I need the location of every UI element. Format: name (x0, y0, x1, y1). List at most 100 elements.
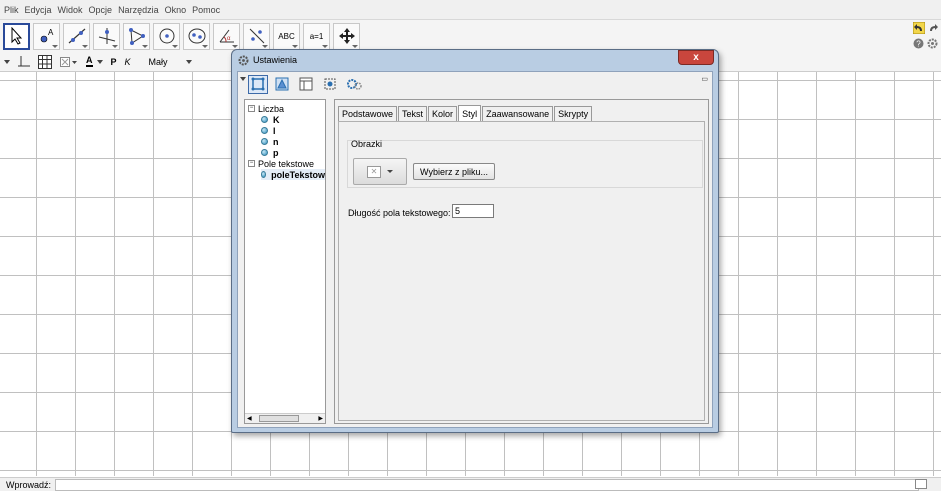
tab-basic[interactable]: Podstawowe (338, 106, 398, 121)
defaults-icon (324, 78, 336, 90)
line-tool-button[interactable] (63, 22, 90, 50)
svg-text:A: A (48, 28, 54, 37)
objects-settings-button[interactable] (248, 74, 268, 94)
tree-group-textfield[interactable]: − Pole tekstowe (248, 158, 314, 169)
tab-text[interactable]: Tekst (398, 106, 428, 121)
svg-text:α: α (227, 36, 231, 42)
menu-tools[interactable]: Narzędzia (118, 5, 159, 15)
tree-item-selected[interactable]: poleTekstow (261, 169, 325, 180)
object-bullet-icon (261, 171, 267, 178)
graphics-settings-button[interactable] (272, 75, 292, 94)
circle-tool-button[interactable] (153, 22, 180, 50)
scroll-thumb[interactable] (259, 415, 299, 422)
angle-icon: α (219, 29, 234, 43)
triangle-down-icon[interactable] (240, 76, 246, 82)
arrow-pointer-icon (11, 27, 22, 45)
input-bar: Wprowadź: (0, 477, 941, 491)
scroll-right-icon[interactable]: ▶ (318, 415, 323, 422)
italic-button[interactable]: K (125, 57, 131, 67)
chevron-down-icon (387, 170, 393, 173)
point-capture-dropdown[interactable] (60, 56, 78, 68)
reflect-icon (249, 28, 264, 44)
reflect-tool-button[interactable] (243, 22, 270, 50)
polygon-tool-button[interactable] (123, 22, 150, 50)
images-group-title: Obrazki (351, 139, 383, 149)
properties-tabs: Podstawowe Tekst Kolor Styl Zaawansowane… (338, 105, 593, 121)
dialog-titlebar[interactable]: Ustawienia (232, 50, 718, 70)
polygon-icon (128, 28, 145, 45)
menu-edit[interactable]: Edycja (25, 5, 52, 15)
menu-window[interactable]: Okno (165, 5, 187, 15)
style-bar-toggle[interactable] (4, 59, 10, 65)
close-button[interactable]: x (678, 50, 714, 65)
image-select-dropdown[interactable]: ✕ (353, 158, 407, 185)
field-length-input[interactable]: 5 (452, 204, 494, 218)
tree-horizontal-scrollbar[interactable]: ◀ ▶ (245, 413, 325, 423)
tool-toolbar: A α ABC a=1 (0, 20, 941, 52)
tree-item-label: n (273, 136, 279, 147)
tree-item-label: poleTekstow (271, 169, 325, 180)
text-tool-button[interactable]: ABC (273, 22, 300, 50)
triangle-down-icon (96, 59, 103, 64)
redo-icon[interactable] (927, 22, 939, 34)
perpendicular-icon (98, 28, 115, 44)
slider-tool-button[interactable]: a=1 (303, 22, 330, 50)
tab-scripts[interactable]: Skrypty (554, 106, 593, 121)
tree-item[interactable]: n (261, 136, 279, 147)
tree-item[interactable]: l (261, 125, 276, 136)
choose-file-button[interactable]: Wybierz z pliku... (413, 163, 495, 180)
grid-toggle[interactable] (38, 54, 52, 69)
line-icon (68, 28, 85, 44)
objects-icon (251, 77, 265, 91)
tree-group-number[interactable]: − Liczba (248, 103, 284, 114)
slider-icon: a=1 (309, 31, 324, 41)
dialog-client: ▭ − Liczba K l n p − Pole tekstowe poleT… (237, 71, 713, 428)
input-help-button[interactable] (915, 479, 927, 489)
undo-icon[interactable] (913, 22, 925, 34)
svg-text:?: ? (916, 40, 921, 49)
move-tool-button[interactable] (3, 22, 30, 50)
point-capture-icon (60, 56, 77, 67)
text-icon: ABC (278, 31, 295, 41)
settings-gear-icon[interactable] (927, 38, 938, 49)
tab-color[interactable]: Kolor (428, 106, 458, 121)
menu-file[interactable]: Plik (4, 5, 19, 15)
menu-help[interactable]: Pomoc (192, 5, 220, 15)
font-size-dropdown[interactable]: Mały (149, 57, 192, 67)
menu-options[interactable]: Opcje (89, 5, 113, 15)
collapse-icon[interactable]: − (248, 160, 255, 167)
layout-settings-button[interactable] (296, 75, 316, 94)
move-view-tool-button[interactable] (333, 22, 360, 50)
menu-view[interactable]: Widok (58, 5, 83, 15)
field-length-label: Długość pola tekstowego: (348, 208, 451, 218)
angle-tool-button[interactable]: α (213, 22, 240, 50)
text-color-dropdown[interactable]: A (86, 56, 103, 67)
axes-icon (18, 55, 30, 66)
input-field[interactable] (55, 478, 919, 491)
undock-icon[interactable]: ▭ (701, 75, 708, 83)
menubar: Plik Edycja Widok Opcje Narzędzia Okno P… (0, 0, 941, 20)
tab-advanced[interactable]: Zaawansowane (482, 106, 554, 121)
tab-style[interactable]: Styl (458, 105, 482, 121)
circle-icon (159, 28, 174, 44)
graphics-icon (275, 77, 289, 91)
help-icon[interactable]: ? (913, 38, 924, 49)
tree-item[interactable]: K (261, 114, 280, 125)
defaults-settings-button[interactable] (320, 75, 340, 94)
tree-item[interactable]: p (261, 147, 279, 158)
advanced-settings-button[interactable] (344, 75, 364, 94)
no-image-icon: ✕ (367, 165, 381, 178)
point-icon: A (40, 28, 54, 43)
axes-toggle[interactable] (18, 55, 30, 68)
object-bullet-icon (261, 127, 268, 134)
bold-button[interactable]: P (111, 57, 117, 67)
collapse-icon[interactable]: − (248, 105, 255, 112)
move-view-icon (338, 28, 355, 44)
perpendicular-tool-button[interactable] (93, 22, 120, 50)
ellipse-tool-button[interactable] (183, 22, 210, 50)
input-bar-label: Wprowadź: (6, 479, 52, 490)
triangle-down-icon (4, 59, 10, 64)
tree-item-label: K (273, 114, 280, 125)
point-tool-button[interactable]: A (33, 22, 60, 50)
scroll-left-icon[interactable]: ◀ (247, 415, 252, 422)
